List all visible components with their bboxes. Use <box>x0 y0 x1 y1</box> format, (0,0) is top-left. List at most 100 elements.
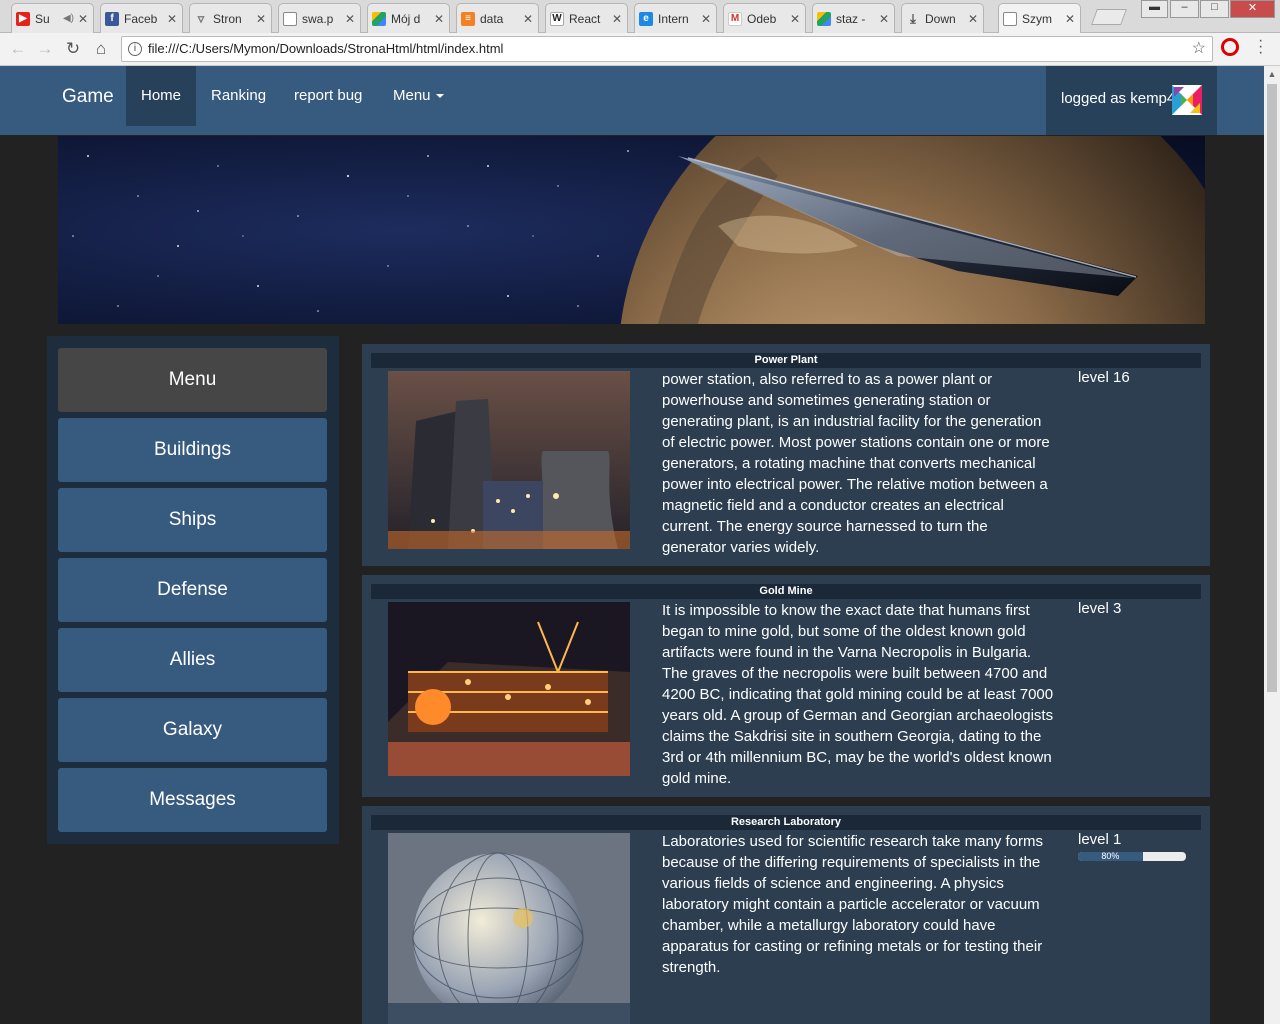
browser-tab[interactable]: Mój d ✕ <box>367 3 450 33</box>
browser-tab[interactable]: W React ✕ <box>545 3 628 33</box>
browser-tab[interactable]: ⤓ Down ✕ <box>901 3 984 33</box>
reload-icon[interactable]: ↻ <box>62 38 84 60</box>
close-icon[interactable]: ✕ <box>255 12 267 26</box>
sidebar-menu: Menu Buildings Ships Defense Allies Gala… <box>47 336 339 844</box>
nav-home[interactable]: Home <box>126 66 196 126</box>
building-card-power-plant: Power Plant power station, also referred… <box>362 344 1210 566</box>
forward-arrow-icon[interactable]: → <box>34 38 56 60</box>
browser-toolbar: ← → ↻ ⌂ i file:///C:/Users/Mymon/Downloa… <box>0 33 1280 66</box>
building-card-research-laboratory: Research Laboratory Laboratories used fo… <box>362 806 1210 1024</box>
building-title: Research Laboratory <box>371 815 1201 830</box>
brand-link[interactable]: Game <box>62 86 114 108</box>
building-level: level 1 <box>1078 831 1122 848</box>
close-icon[interactable]: ✕ <box>77 12 89 26</box>
research-laboratory-image <box>388 833 630 1024</box>
menu-dots-icon[interactable]: · · · <box>1258 33 1264 61</box>
tab-title: staz - <box>836 11 866 26</box>
building-level: level 3 <box>1078 600 1122 617</box>
sidebar-item-galaxy[interactable]: Galaxy <box>58 698 327 762</box>
tab-title: Down <box>925 11 956 26</box>
maximize-button[interactable]: □ <box>1200 0 1229 18</box>
space-banner-image <box>58 136 1205 324</box>
facebook-icon: f <box>105 11 119 26</box>
close-icon[interactable]: ✕ <box>611 12 623 26</box>
gold-mine-image <box>388 602 630 776</box>
browser-tab[interactable]: ▶ Su ◀) ✕ <box>11 3 94 33</box>
tab-title: Odeb <box>747 11 777 26</box>
youtube-icon: ▶ <box>16 11 30 26</box>
opera-icon[interactable] <box>1221 38 1239 56</box>
document-icon <box>283 11 297 26</box>
building-card-gold-mine: Gold Mine It is impossible to know the e… <box>362 575 1210 797</box>
building-title: Power Plant <box>371 353 1201 368</box>
tab-title: swa.p <box>302 11 334 26</box>
close-icon[interactable]: ✕ <box>344 12 356 26</box>
tab-title: Su <box>35 11 50 26</box>
tab-title: data <box>480 11 504 26</box>
download-icon: ⤓ <box>910 10 916 26</box>
url-text: file:///C:/Users/Mymon/Downloads/StronaH… <box>148 41 504 56</box>
address-bar[interactable]: i file:///C:/Users/Mymon/Downloads/Stron… <box>121 36 1213 62</box>
browser-tab[interactable]: e Intern ✕ <box>634 3 717 33</box>
close-icon[interactable]: ✕ <box>789 12 801 26</box>
browser-tab[interactable]: f Faceb ✕ <box>100 3 183 33</box>
upgrade-progress-bar: 80% <box>1078 852 1186 861</box>
stackoverflow-icon: ≡ <box>461 11 475 26</box>
progress-fill: 80% <box>1078 852 1143 861</box>
top-navbar: Game Home Ranking report bug Menu logged… <box>0 66 1264 135</box>
browser-tab[interactable]: staz - ✕ <box>812 3 895 33</box>
caret-down-icon <box>435 94 444 99</box>
tab-title: Faceb <box>124 11 158 26</box>
logged-user-text: logged as kemp4 <box>1061 90 1176 107</box>
home-icon[interactable]: ⌂ <box>90 38 112 60</box>
back-arrow-icon[interactable]: ← <box>7 38 29 60</box>
close-icon[interactable]: ✕ <box>967 12 979 26</box>
sidebar-item-buildings[interactable]: Buildings <box>58 418 327 482</box>
building-description: power station, also referred to as a pow… <box>662 371 1050 556</box>
tab-title: Szym <box>1022 12 1052 26</box>
profile-button[interactable]: ▬ <box>1141 0 1168 18</box>
building-description: It is impossible to know the exact date … <box>662 602 1054 787</box>
close-icon[interactable]: ✕ <box>700 12 712 26</box>
browser-tab[interactable]: ≡ data ✕ <box>456 3 539 33</box>
scroll-up-arrow-icon[interactable]: ▲ <box>1264 66 1280 82</box>
building-title: Gold Mine <box>371 584 1201 599</box>
bookmark-star-icon[interactable]: ☆ <box>1192 37 1206 61</box>
sidebar-item-messages[interactable]: Messages <box>58 768 327 832</box>
nav-ranking[interactable]: Ranking <box>196 66 281 126</box>
page-content: Game Home Ranking report bug Menu logged… <box>0 66 1264 1024</box>
ie-icon: e <box>639 11 653 26</box>
minimize-button[interactable]: – <box>1170 0 1199 18</box>
new-tab-button[interactable] <box>1091 9 1127 25</box>
scrollbar-thumb[interactable] <box>1267 84 1277 692</box>
browser-tab[interactable]: swa.p ✕ <box>278 3 361 33</box>
info-icon[interactable]: i <box>128 42 142 56</box>
page-scrollbar[interactable]: ▲ <box>1264 66 1280 1024</box>
wikipedia-icon: W <box>550 11 564 26</box>
nav-menu-dropdown[interactable]: Menu <box>378 66 459 126</box>
tab-title: Intern <box>658 11 689 26</box>
nav-report-bug[interactable]: report bug <box>279 66 377 126</box>
sidebar-item-allies[interactable]: Allies <box>58 628 327 692</box>
gmail-icon: M <box>728 11 742 26</box>
browser-tab-active[interactable]: Szym ✕ <box>998 3 1081 34</box>
close-icon[interactable]: ✕ <box>166 12 178 26</box>
speaker-icon[interactable]: ◀) <box>63 13 74 24</box>
close-icon[interactable]: ✕ <box>433 12 445 26</box>
browser-tab[interactable]: M Odeb ✕ <box>723 3 806 33</box>
close-icon[interactable]: ✕ <box>878 12 890 26</box>
sidebar-title: Menu <box>58 348 327 412</box>
sidebar-item-ships[interactable]: Ships <box>58 488 327 552</box>
close-icon[interactable]: ✕ <box>522 12 534 26</box>
building-level: level 16 <box>1078 369 1130 386</box>
tab-title: Mój d <box>391 11 421 26</box>
browser-tab[interactable]: ▿ Stron ✕ <box>189 3 272 33</box>
document-icon <box>1003 12 1017 26</box>
tab-title: React <box>569 11 601 26</box>
page-icon: ▿ <box>197 10 205 26</box>
user-box[interactable]: logged as kemp4 <box>1046 66 1217 135</box>
google-drive-icon <box>817 11 831 26</box>
close-icon[interactable]: ✕ <box>1064 12 1076 26</box>
sidebar-item-defense[interactable]: Defense <box>58 558 327 622</box>
close-window-button[interactable]: ✕ <box>1230 0 1275 18</box>
